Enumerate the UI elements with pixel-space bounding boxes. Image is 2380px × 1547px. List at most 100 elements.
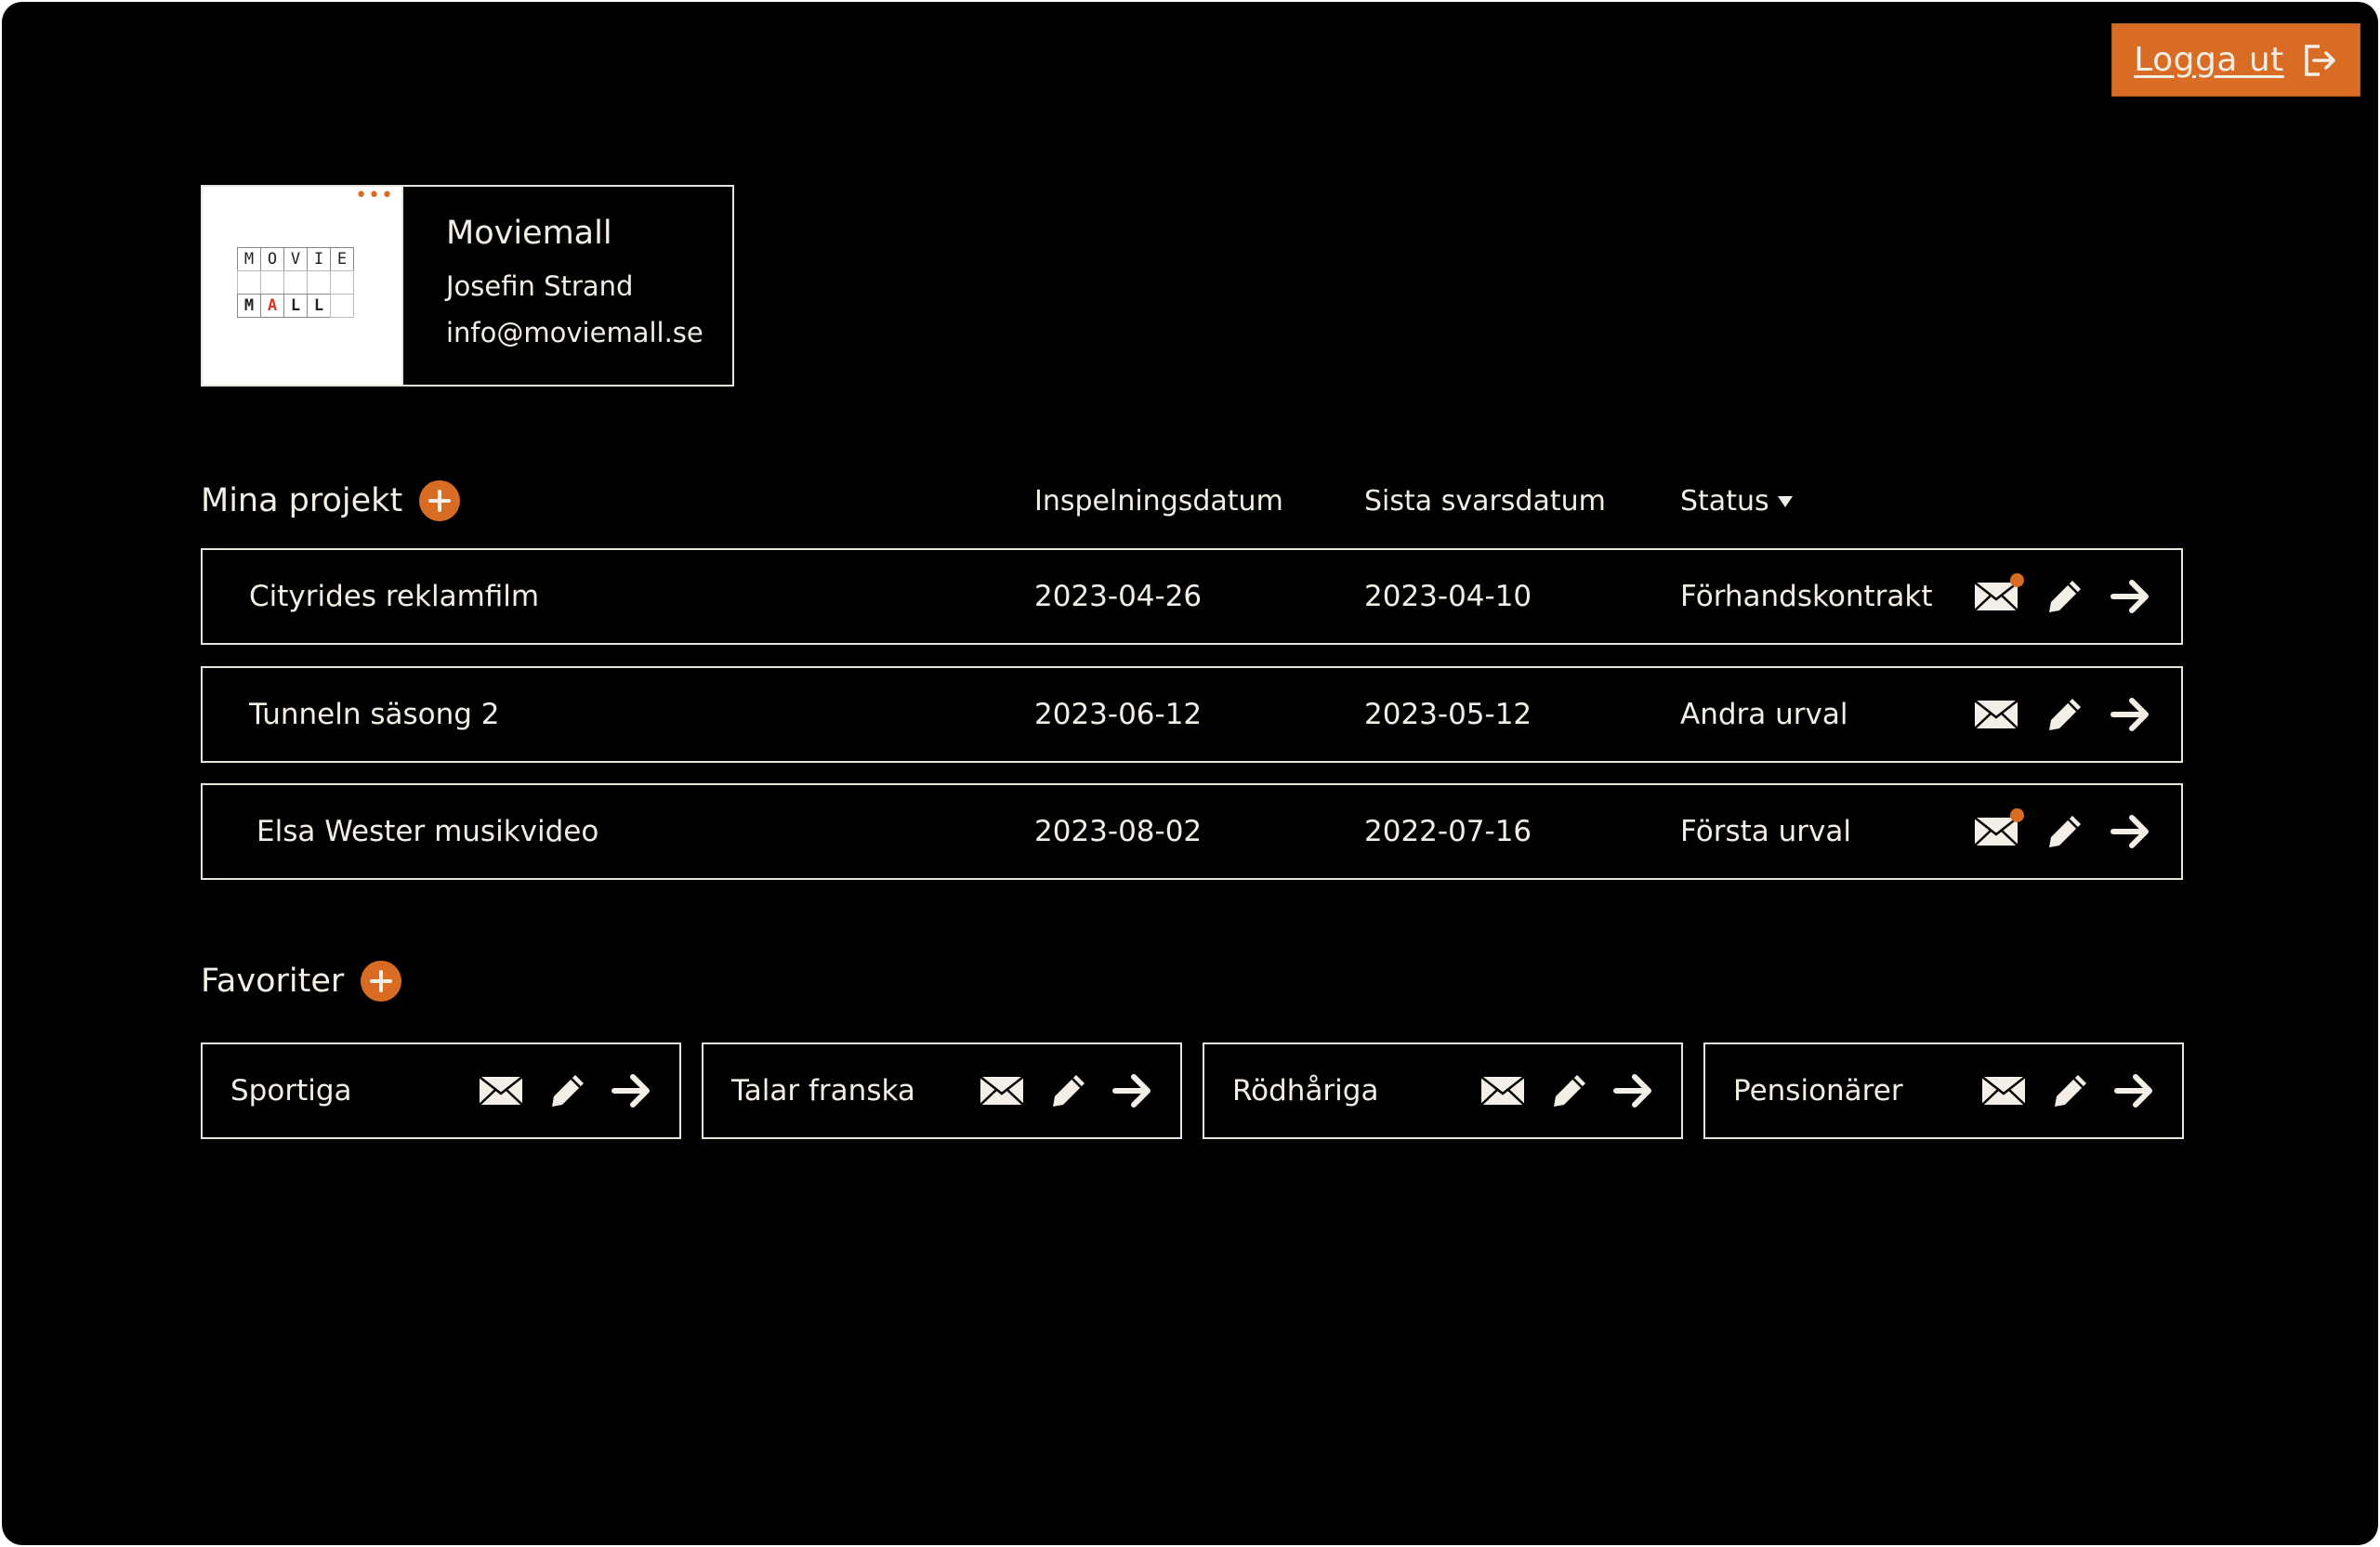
pencil-icon <box>2049 699 2081 730</box>
column-shoot-date[interactable]: Inspelningsdatum <box>1034 485 1283 518</box>
project-row[interactable]: Elsa Wester musikvideo 2023-08-02 2022-0… <box>201 783 2183 880</box>
open-favorite-button[interactable] <box>1111 1072 1152 1109</box>
arrow-right-icon <box>611 1074 650 1108</box>
edit-button[interactable] <box>1050 1072 1087 1109</box>
project-reply-date: 2022-07-16 <box>1364 815 1532 848</box>
pencil-icon <box>2049 816 2081 847</box>
favorite-actions <box>479 1072 651 1109</box>
mail-button[interactable] <box>1974 808 2024 846</box>
logout-button[interactable]: Logga ut <box>2111 23 2360 97</box>
edit-button[interactable] <box>549 1072 586 1109</box>
open-project-button[interactable] <box>2110 578 2150 615</box>
mail-icon <box>1981 1076 2026 1106</box>
favorite-card[interactable]: Pensionärer <box>1703 1042 2184 1139</box>
arrow-right-icon <box>2110 698 2149 731</box>
logo-cell <box>330 294 354 318</box>
contact-email: info@moviemall.se <box>446 317 703 348</box>
open-favorite-button[interactable] <box>2113 1072 2154 1109</box>
arrow-right-icon <box>1112 1074 1151 1108</box>
arrow-right-icon <box>1613 1074 1651 1108</box>
favorite-actions <box>980 1072 1152 1109</box>
edit-button[interactable] <box>2046 578 2084 615</box>
app-frame: Logga ut ••• M O V I E M A L L Moviemall… <box>2 2 2378 1545</box>
logo-cell: V <box>283 247 308 271</box>
project-status: Förhandskontrakt <box>1680 580 1933 613</box>
mail-button[interactable] <box>1974 573 2024 611</box>
open-favorite-button[interactable] <box>1612 1072 1653 1109</box>
open-favorite-button[interactable] <box>611 1072 651 1109</box>
mail-button[interactable] <box>1981 1076 2026 1106</box>
edit-button[interactable] <box>2046 813 2084 850</box>
mail-button[interactable] <box>980 1076 1024 1106</box>
logo-cell <box>283 270 308 295</box>
mail-button[interactable] <box>1974 700 2018 729</box>
mail-button[interactable] <box>479 1076 523 1106</box>
mail-icon <box>1974 582 2018 611</box>
arrow-right-icon <box>2114 1074 2152 1108</box>
favorite-label: Pensionärer <box>1733 1074 1903 1108</box>
column-status-sort[interactable]: Status <box>1680 485 1794 518</box>
mail-icon <box>980 1076 1024 1106</box>
favorites-title: Favoriter <box>201 963 345 1000</box>
add-favorite-button[interactable] <box>361 961 402 1002</box>
unread-indicator <box>2010 808 2024 822</box>
company-card: ••• M O V I E M A L L Moviemall Josefin … <box>201 185 734 387</box>
open-project-button[interactable] <box>2110 696 2150 733</box>
project-status: Andra urval <box>1680 698 1848 731</box>
favorite-card[interactable]: Sportiga <box>201 1042 681 1139</box>
favorite-label: Rödhåriga <box>1232 1074 1379 1108</box>
favorite-actions <box>1480 1072 1653 1109</box>
logo-cell: I <box>307 247 331 271</box>
project-row[interactable]: Tunneln säsong 2 2023-06-12 2023-05-12 A… <box>201 666 2183 763</box>
logo-cell: E <box>330 247 354 271</box>
favorite-label: Talar franska <box>731 1074 915 1108</box>
project-reply-date: 2023-05-12 <box>1364 698 1532 731</box>
pencil-icon <box>1554 1075 1585 1107</box>
logo-cell: M <box>237 294 261 318</box>
project-name: Cityrides reklamfilm <box>249 580 540 613</box>
company-info: Moviemall Josefin Strand info@moviemall.… <box>403 187 703 385</box>
mail-icon <box>479 1076 523 1106</box>
logout-label: Logga ut <box>2134 41 2284 79</box>
project-row[interactable]: Cityrides reklamfilm 2023-04-26 2023-04-… <box>201 548 2183 645</box>
mail-icon <box>1480 1076 1525 1106</box>
add-project-button[interactable] <box>419 480 461 521</box>
logout-icon <box>2301 42 2338 79</box>
pencil-icon <box>2055 1075 2086 1107</box>
logo-cell: M <box>237 247 261 271</box>
row-actions <box>1974 573 2150 615</box>
project-shoot-date: 2023-04-26 <box>1034 580 1203 613</box>
company-logo: ••• M O V I E M A L L <box>203 186 403 385</box>
pencil-icon <box>2049 581 2081 612</box>
project-shoot-date: 2023-06-12 <box>1034 698 1203 731</box>
arrow-right-icon <box>2110 580 2149 613</box>
mail-icon <box>1974 700 2018 729</box>
projects-header: Mina projekt <box>201 480 461 521</box>
logo-cell <box>237 270 261 295</box>
project-status: Första urval <box>1680 815 1851 848</box>
favorite-card[interactable]: Talar franska <box>702 1042 1182 1139</box>
edit-button[interactable] <box>2052 1072 2089 1109</box>
logo-cell: L <box>307 294 331 318</box>
logo-cell <box>307 270 331 295</box>
more-dots-icon[interactable]: ••• <box>355 186 394 206</box>
row-actions <box>1974 696 2150 733</box>
mail-icon <box>1974 817 2018 846</box>
favorite-card[interactable]: Rödhåriga <box>1203 1042 1683 1139</box>
open-project-button[interactable] <box>2110 813 2150 850</box>
favorite-label: Sportiga <box>230 1074 352 1108</box>
plus-icon <box>428 490 452 512</box>
logo-cell <box>260 270 284 295</box>
logo-cell: A <box>260 294 284 318</box>
arrow-right-icon <box>2110 815 2149 848</box>
row-actions <box>1974 808 2150 850</box>
column-reply-date[interactable]: Sista svarsdatum <box>1364 485 1606 518</box>
caret-down-icon <box>1777 495 1793 507</box>
favorite-actions <box>1981 1072 2154 1109</box>
edit-button[interactable] <box>2046 696 2084 733</box>
edit-button[interactable] <box>1551 1072 1588 1109</box>
pencil-icon <box>552 1075 584 1107</box>
mail-button[interactable] <box>1480 1076 1525 1106</box>
pencil-icon <box>1053 1075 1085 1107</box>
unread-indicator <box>2010 573 2024 587</box>
